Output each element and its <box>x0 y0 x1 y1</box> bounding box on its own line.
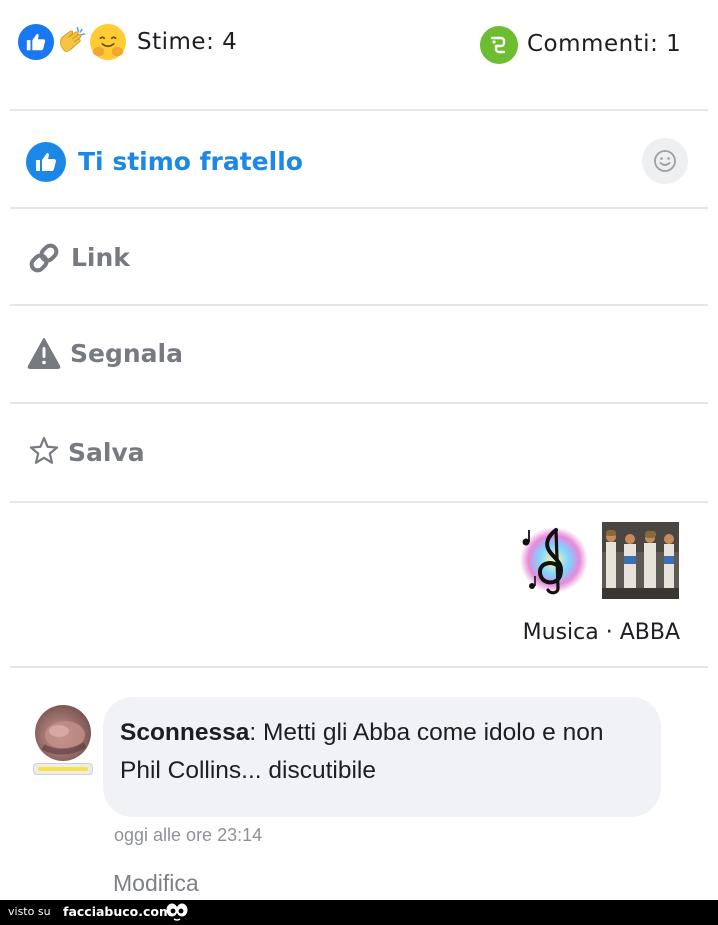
comment-text-block: Sconnessa: Metti gli Abba come idolo e n… <box>120 714 640 790</box>
like-icon <box>16 22 56 62</box>
link-icon <box>26 240 62 276</box>
watermark-footer: visto su facciabuco.com <box>0 900 718 925</box>
footer-site-name: facciabuco.com <box>63 904 173 919</box>
segnala-label: Segnala <box>70 339 183 368</box>
tag-musica-thumbnail[interactable] <box>514 522 591 599</box>
tag-abba-thumbnail[interactable] <box>602 522 679 599</box>
user-level-fill <box>38 767 88 771</box>
star-icon <box>26 433 62 469</box>
comment-timestamp: oggi alle ore 23:14 <box>114 825 263 845</box>
comment-author[interactable]: Sconnessa <box>120 719 249 746</box>
segnala-button[interactable]: Segnala <box>10 306 708 402</box>
salva-label: Salva <box>68 438 145 467</box>
commenti-count[interactable]: Commenti: 1 <box>527 31 681 57</box>
abba-photo <box>602 522 679 599</box>
tags-line[interactable]: Musica · ABBA <box>523 620 680 645</box>
comment-icon <box>480 26 518 64</box>
link-button[interactable]: Link <box>10 209 708 305</box>
stima-button[interactable]: Ti stimo fratello <box>10 111 708 207</box>
link-label: Link <box>71 243 130 272</box>
stime-count[interactable]: Stime: 4 <box>137 29 237 55</box>
stats-bar: Stime: 4 Commenti: 1 <box>0 0 718 110</box>
eyes-icon <box>166 903 188 921</box>
warning-icon <box>26 335 62 371</box>
user-level-bar <box>33 763 93 775</box>
reaction-picker-button[interactable] <box>642 138 688 184</box>
like-icon <box>26 142 66 182</box>
divider <box>10 501 708 503</box>
reactions-summary[interactable] <box>16 22 128 64</box>
stima-label: Ti stimo fratello <box>78 147 303 176</box>
comment-bubble: Sconnessa: Metti gli Abba come idolo e n… <box>103 697 661 817</box>
hug-icon <box>88 22 128 62</box>
salva-button[interactable]: Salva <box>10 404 708 500</box>
treble-clef-icon <box>514 522 591 599</box>
avatar[interactable] <box>35 705 91 761</box>
footer-visto-su: visto su <box>8 905 51 918</box>
clap-icon <box>52 22 92 62</box>
smile-icon <box>654 150 676 172</box>
divider <box>10 666 708 668</box>
edit-comment-link[interactable]: Modifica <box>113 870 199 897</box>
avatar-photo <box>41 721 87 755</box>
